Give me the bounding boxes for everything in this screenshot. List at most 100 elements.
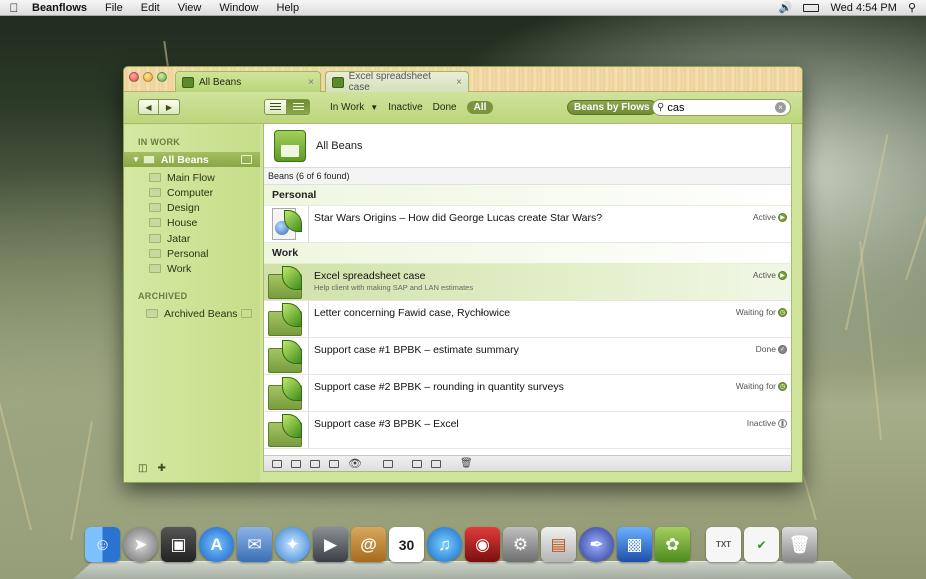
clear-search-icon[interactable]: × — [775, 102, 786, 113]
sidebar-item-main-flow[interactable]: Main Flow — [124, 170, 260, 185]
tab-all-beans[interactable]: All Beans × — [175, 71, 321, 92]
filter-all[interactable]: All — [466, 101, 494, 114]
row-title: Star Wars Origins – How did George Lucas… — [314, 212, 603, 224]
bean-list: All Beans Beans (6 of 6 found) Personal … — [263, 123, 792, 471]
filter-done[interactable]: Done — [433, 102, 457, 113]
system-preferences-icon[interactable]: ⚙ — [503, 527, 538, 562]
row-title: Support case #2 BPBK – rounding in quant… — [314, 381, 564, 393]
apple-menu-icon[interactable]:  — [0, 1, 28, 15]
book-icon[interactable] — [310, 459, 320, 468]
menu-window[interactable]: Window — [210, 2, 267, 14]
filter-in-work[interactable]: In Work — [330, 102, 364, 113]
move-to-flow-icon[interactable] — [411, 459, 422, 468]
mail-icon[interactable]: ✉ — [237, 527, 272, 562]
finder-icon[interactable]: ☺ — [85, 527, 120, 562]
pen-tool-icon[interactable]: ✒ — [579, 527, 614, 562]
sidebar-item-label: Personal — [167, 247, 209, 260]
table-row[interactable]: Letter concerning Fawid case, Rychłowice… — [264, 301, 791, 338]
toolbar: ◀ ▶ In Work ▼ Inactive Done All Beans by… — [124, 92, 802, 124]
forward-button[interactable]: ▶ — [159, 99, 180, 115]
row-title: Support case #1 BPBK – estimate summary — [314, 344, 519, 356]
status-badge[interactable]: Done ✓ — [756, 344, 787, 354]
beanflows-icon[interactable]: ✿ — [655, 527, 690, 562]
status-badge[interactable]: Waiting for ◷ — [736, 381, 787, 391]
sidebar-item-archived-beans[interactable]: Archived Beans — [124, 306, 260, 321]
disclosure-triangle-icon[interactable]: ▼ — [132, 155, 140, 164]
beans-by-flows-button[interactable]: Beans by Flows — [567, 100, 657, 115]
new-bean-icon[interactable] — [272, 459, 282, 468]
table-row[interactable]: Support case #1 BPBK – estimate summary … — [264, 338, 791, 375]
sidebar-item-computer[interactable]: Computer — [124, 185, 260, 200]
chart-app-icon[interactable]: ▩ — [617, 527, 652, 562]
app-store-icon[interactable]: A — [199, 527, 234, 562]
folder-icon — [149, 249, 161, 258]
title-bar[interactable]: All Beans × Excel spreadsheet case × — [124, 67, 802, 93]
dock: ☺ ➤ ▣ A ✉ ✦ ▶ @ 30 ♫ ◉ ⚙ ▤ ✒ ▩ ✿ TXT ✔ 🗑 — [73, 521, 853, 579]
status-badge[interactable]: Waiting for ◷ — [736, 307, 787, 317]
add-to-folder-icon[interactable] — [382, 459, 393, 468]
sidebar-item-label: Main Flow — [167, 171, 215, 184]
bean-folder-icon — [268, 412, 304, 448]
search-input[interactable] — [667, 101, 768, 114]
sidebar-item-all-beans[interactable]: ▼ All Beans — [124, 152, 260, 167]
txt-document-icon[interactable]: TXT — [706, 527, 741, 562]
menu-help[interactable]: Help — [268, 2, 309, 14]
facetime-icon[interactable]: ▶ — [313, 527, 348, 562]
play-circle-icon: ▶ — [778, 270, 787, 280]
eye-icon[interactable]: 👁 — [348, 457, 362, 470]
tab-excel-spreadsheet-case[interactable]: Excel spreadsheet case × — [325, 71, 469, 93]
minimize-window-button[interactable] — [143, 72, 153, 82]
volume-icon[interactable]: 🔊 — [779, 1, 793, 14]
menu-clock[interactable]: Wed 4:54 PM — [830, 2, 896, 14]
spotlight-search-icon[interactable]: ⚲ — [908, 1, 916, 14]
table-row[interactable]: Excel spreadsheet case Help client with … — [264, 264, 791, 301]
close-tab-icon[interactable]: × — [308, 77, 314, 88]
row-title: Letter concerning Fawid case, Rychłowice — [314, 307, 511, 319]
battery-icon[interactable] — [803, 3, 820, 12]
close-window-button[interactable] — [129, 72, 139, 82]
calendar-icon[interactable]: 30 — [389, 527, 424, 562]
sidebar-item-work[interactable]: Work — [124, 261, 260, 276]
notebook-icon[interactable] — [329, 459, 339, 468]
preview-document-icon[interactable]: ✔ — [744, 527, 779, 562]
zoom-window-button[interactable] — [157, 72, 167, 82]
trash-icon[interactable]: 🗑 — [460, 458, 473, 469]
list-compact-icon — [270, 103, 281, 111]
filter-inactive[interactable]: Inactive — [388, 102, 422, 113]
folder-icon — [149, 173, 161, 182]
contacts-icon[interactable]: @ — [351, 527, 386, 562]
status-badge[interactable]: Active ▶ — [753, 270, 787, 280]
archive-icon[interactable] — [430, 459, 441, 468]
menu-file[interactable]: File — [96, 2, 132, 14]
menu-edit[interactable]: Edit — [132, 2, 169, 14]
detailed-view-button[interactable] — [287, 99, 310, 115]
sidebar-item-personal[interactable]: Personal — [124, 246, 260, 261]
status-badge[interactable]: Active ▶ — [753, 212, 787, 222]
sidebar-item-design[interactable]: Design — [124, 200, 260, 215]
compact-view-button[interactable] — [264, 99, 287, 115]
sidebar-item-house[interactable]: House — [124, 215, 260, 230]
folder-action-icon[interactable] — [291, 459, 301, 468]
keynote-icon[interactable]: ▤ — [541, 527, 576, 562]
back-button[interactable]: ◀ — [138, 99, 159, 115]
table-row[interactable]: Support case #2 BPBK – rounding in quant… — [264, 375, 791, 412]
close-tab-icon[interactable]: × — [456, 77, 462, 88]
launchpad-icon[interactable]: ➤ — [123, 527, 158, 562]
status-badge[interactable]: Inactive ❚ — [747, 418, 787, 428]
itunes-icon[interactable]: ♫ — [427, 527, 462, 562]
table-row[interactable]: Support case #3 BPBK – Excel Inactive ❚ — [264, 412, 791, 449]
sidebar-item-jatar[interactable]: Jatar — [124, 231, 260, 246]
chevron-down-icon[interactable]: ▼ — [370, 103, 378, 112]
sidebar-section-in-work: IN WORK — [138, 137, 181, 147]
add-folder-icon[interactable]: ✚ — [157, 463, 165, 474]
menu-view[interactable]: View — [169, 2, 211, 14]
group-header-personal: Personal — [264, 185, 791, 206]
photo-booth-icon[interactable]: ◉ — [465, 527, 500, 562]
collapse-sidebar-icon[interactable]: ◫ — [138, 463, 147, 474]
pause-circle-icon: ❚ — [778, 418, 787, 428]
table-row[interactable]: Star Wars Origins – How did George Lucas… — [264, 206, 791, 243]
safari-icon[interactable]: ✦ — [275, 527, 310, 562]
app-menu[interactable]: Beanflows — [28, 2, 96, 14]
photo-browser-icon[interactable]: ▣ — [161, 527, 196, 562]
trash-icon[interactable]: 🗑 — [782, 527, 817, 562]
